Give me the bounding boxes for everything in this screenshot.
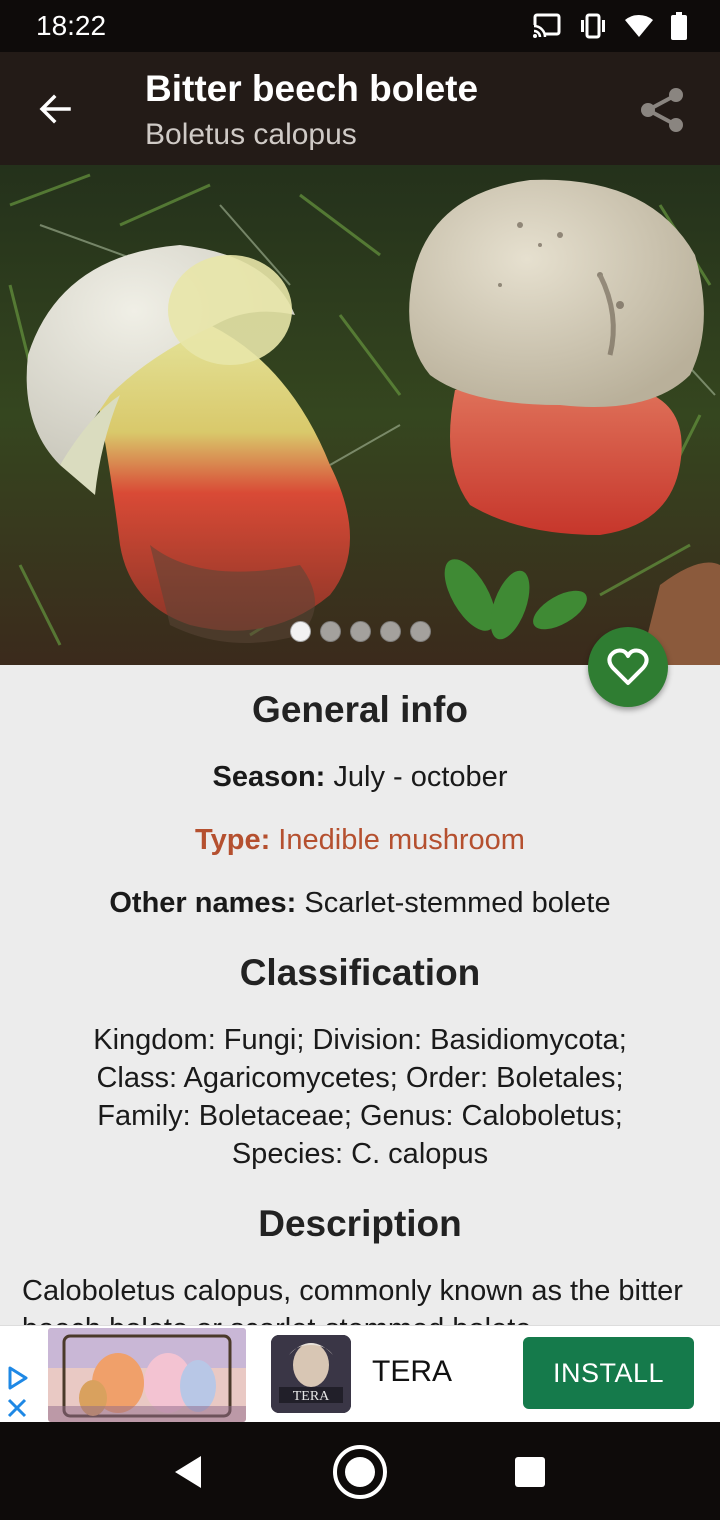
mushroom-photo-gallery[interactable] bbox=[0, 165, 720, 665]
ad-banner[interactable]: TERA TERA INSTALL bbox=[0, 1325, 720, 1422]
nav-recents-icon bbox=[515, 1457, 545, 1487]
gallery-dot[interactable] bbox=[319, 621, 341, 642]
cast-icon bbox=[532, 13, 561, 39]
other-names-row: Other names: Scarlet-stemmed bolete bbox=[0, 887, 720, 920]
tera-logo-icon: TERA bbox=[271, 1335, 351, 1413]
app-bar: Bitter beech bolete Boletus calopus bbox=[0, 52, 720, 165]
type-label: Type: bbox=[195, 824, 271, 856]
heart-outline-icon bbox=[607, 648, 649, 685]
other-names-value: Scarlet-stemmed bolete bbox=[296, 887, 611, 919]
mushroom-photo bbox=[0, 165, 720, 665]
ad-app-name[interactable]: TERA bbox=[372, 1355, 452, 1389]
page-title: Bitter beech bolete bbox=[145, 68, 479, 109]
classification-line: Family: Boletaceae; Genus: Caloboletus; bbox=[97, 1100, 623, 1132]
system-nav-bar bbox=[0, 1422, 720, 1520]
season-row: Season: July - october bbox=[0, 761, 720, 794]
description-heading: Description bbox=[258, 1203, 462, 1244]
ad-app-icon[interactable]: TERA bbox=[271, 1335, 351, 1413]
type-value: Inedible mushroom bbox=[270, 824, 525, 856]
classification-heading: Classification bbox=[239, 952, 481, 993]
arrow-back-icon bbox=[39, 94, 71, 124]
ad-choices-icon[interactable] bbox=[4, 1364, 30, 1424]
classification-text: Kingdom: Fungi; Division: Basidiomycota;… bbox=[0, 1021, 720, 1173]
classification-line: Kingdom: Fungi; Division: Basidiomycota; bbox=[93, 1024, 627, 1056]
details-content[interactable]: General info Season: July - october Type… bbox=[0, 665, 720, 1325]
wifi-icon bbox=[625, 14, 653, 37]
nav-recents-button[interactable] bbox=[498, 1440, 562, 1504]
ad-icon-text: TERA bbox=[293, 1389, 330, 1404]
share-button[interactable] bbox=[632, 80, 692, 140]
classification-line: Class: Agaricomycetes; Order: Boletales; bbox=[96, 1062, 624, 1094]
page-subtitle: Boletus calopus bbox=[145, 118, 357, 151]
type-row: Type: Inedible mushroom bbox=[0, 824, 720, 857]
nav-home-icon bbox=[333, 1445, 387, 1499]
ad-image[interactable] bbox=[48, 1328, 246, 1422]
gallery-dot[interactable] bbox=[349, 621, 371, 642]
gallery-dot[interactable] bbox=[409, 621, 431, 642]
status-icons bbox=[532, 12, 688, 40]
description-text: Caloboletus calopus, commonly known as t… bbox=[22, 1275, 683, 1325]
gallery-dot[interactable] bbox=[379, 621, 401, 642]
nav-back-button[interactable] bbox=[156, 1440, 220, 1504]
share-icon bbox=[641, 88, 683, 132]
ad-artwork bbox=[48, 1328, 246, 1422]
nav-back-icon bbox=[175, 1456, 201, 1488]
other-names-label: Other names: bbox=[109, 887, 297, 919]
gallery-dot[interactable] bbox=[289, 621, 311, 642]
back-button[interactable] bbox=[28, 82, 82, 136]
season-label: Season: bbox=[212, 761, 326, 793]
vibrate-icon bbox=[581, 13, 605, 39]
favorite-button[interactable] bbox=[588, 627, 668, 707]
status-bar: 18:22 bbox=[0, 0, 720, 52]
install-button[interactable]: INSTALL bbox=[523, 1337, 694, 1409]
season-value: July - october bbox=[325, 761, 508, 793]
nav-home-button[interactable] bbox=[328, 1440, 392, 1504]
battery-icon bbox=[671, 12, 687, 40]
classification-line: Species: C. calopus bbox=[231, 1138, 489, 1170]
status-time: 18:22 bbox=[36, 10, 107, 41]
